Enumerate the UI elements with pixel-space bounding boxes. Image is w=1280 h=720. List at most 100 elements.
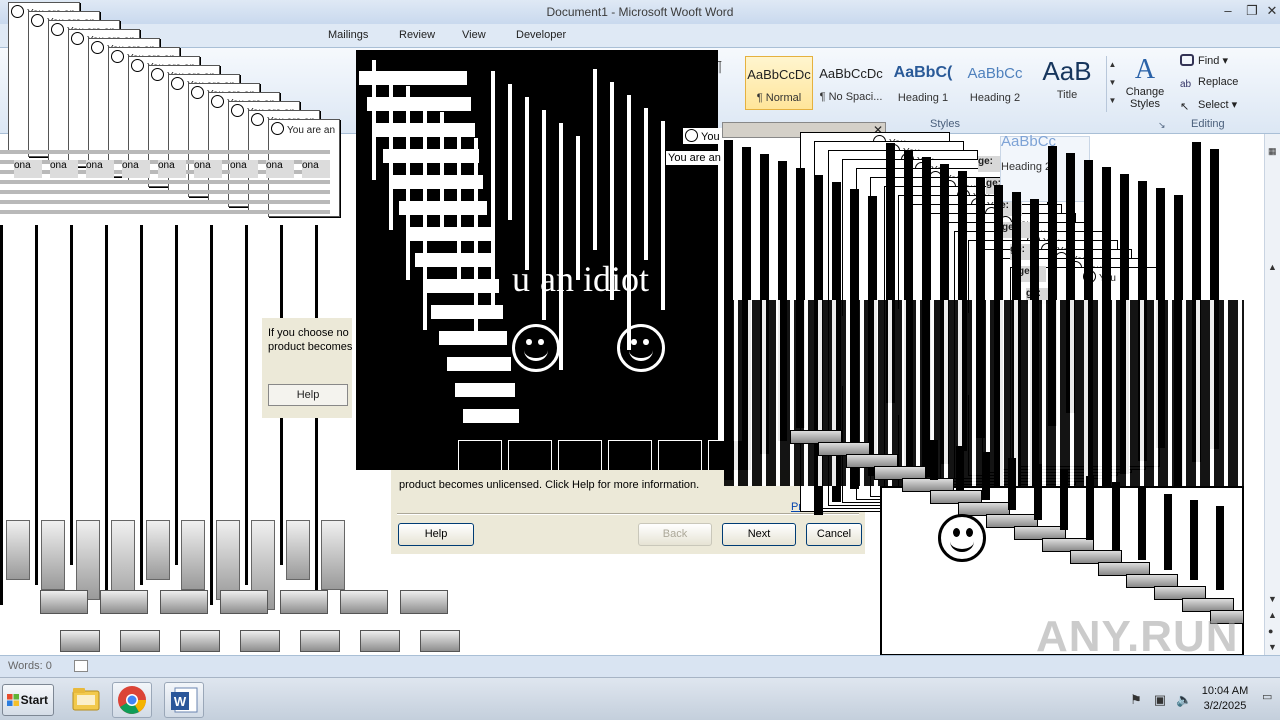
glitch-line: [1190, 500, 1198, 580]
glitch-bar: [438, 330, 508, 346]
word-count[interactable]: Words: 0: [8, 660, 52, 672]
browse-object-icon[interactable]: ●: [1268, 626, 1273, 636]
glitch-line: [423, 99, 427, 330]
tab-view[interactable]: View: [462, 29, 486, 41]
dialog-message: If you choose no product becomes: [268, 326, 352, 354]
glitch-block: [658, 440, 702, 474]
glitch-line: [70, 225, 73, 565]
smiley-face-icon: [191, 86, 204, 99]
tab-review[interactable]: Review: [399, 29, 435, 41]
glitch-bar: [382, 148, 480, 164]
glitch-label: ona: [14, 160, 42, 178]
smiley-face-icon: [71, 32, 84, 45]
file-explorer-icon[interactable]: [66, 682, 106, 718]
popup-title[interactable]: You: [683, 128, 722, 144]
glitch-line: [491, 71, 495, 310]
prev-page-icon[interactable]: ▲: [1268, 610, 1277, 620]
glitch-block: [40, 590, 88, 614]
close-icon[interactable]: ✕: [1262, 2, 1280, 20]
glitch-block: [340, 590, 388, 614]
dialog-divider: [397, 513, 859, 515]
help-button[interactable]: Help: [268, 384, 348, 406]
replace-button[interactable]: ab Replace: [1180, 76, 1238, 91]
glitch-line: [474, 138, 478, 340]
glitch-line: [389, 73, 393, 230]
glitch-line: [1008, 458, 1016, 510]
clock-time: 10:04 AM: [1201, 685, 1249, 697]
select-button[interactable]: ↖ Select ▾: [1180, 98, 1237, 113]
dialog-launcher-icon[interactable]: ↘: [1158, 120, 1166, 131]
glitch-block: [76, 520, 100, 600]
scroll-down-icon[interactable]: ▼: [1268, 594, 1277, 604]
glitch-block: [321, 520, 345, 590]
style-title[interactable]: AaB Title: [1033, 56, 1101, 110]
style-preview: AaBbCcDc: [747, 67, 811, 82]
idiot-prefix-fragment: u: [512, 259, 530, 299]
style-heading-1[interactable]: AaBbC( Heading 1: [889, 56, 957, 110]
glitch-line: [245, 225, 248, 585]
chrome-icon[interactable]: [112, 682, 152, 718]
glitch-line: [457, 125, 461, 290]
word-icon[interactable]: W: [164, 682, 204, 718]
style-normal[interactable]: AaBbCcDc ¶ Normal: [745, 56, 813, 110]
style-preview: AaBbCcDc: [819, 66, 883, 81]
network-icon[interactable]: ▣: [1152, 692, 1168, 708]
help-button[interactable]: Help: [398, 523, 474, 546]
flag-notification-icon[interactable]: ⚑: [1128, 692, 1144, 708]
next-button[interactable]: Next: [722, 523, 796, 546]
clock[interactable]: 10:04 AM 3/2/2025: [1196, 684, 1254, 714]
glitch-label: ona: [86, 160, 114, 178]
popup-title[interactable]: You are an: [666, 151, 723, 165]
popup-title-text: You are an: [287, 125, 336, 136]
replace-icon: ab: [1180, 79, 1192, 90]
style-heading-2[interactable]: AaBbCc Heading 2: [961, 56, 1029, 110]
scroll-up-icon[interactable]: ▲: [1268, 262, 1277, 272]
glitch-line: [982, 452, 990, 500]
smiley-face-icon: [211, 95, 224, 108]
find-label: Find: [1198, 55, 1220, 67]
style-preview: AaBbC(: [893, 64, 953, 81]
smiley-face-icon: [251, 113, 264, 126]
glitch-block: [608, 440, 652, 474]
glitch-band: [0, 210, 330, 214]
glitch-bar: [390, 174, 484, 190]
glitch-line: [1034, 464, 1042, 520]
glitch-line: [1216, 506, 1224, 590]
start-label: Start: [20, 693, 48, 707]
next-page-icon[interactable]: ▼: [1268, 642, 1277, 652]
glitch-line: [440, 112, 444, 240]
find-button[interactable]: Find ▾: [1180, 54, 1228, 67]
proofing-icon[interactable]: [74, 660, 88, 672]
style-name: ¶ No Spaci...: [819, 91, 883, 103]
style-name: ¶ Normal: [756, 92, 802, 104]
back-button[interactable]: Back: [638, 523, 712, 546]
glitch-bar: [366, 96, 472, 112]
glitch-band: [0, 190, 330, 194]
show-desktop-icon[interactable]: ▭: [1262, 690, 1276, 704]
cancel-button[interactable]: Cancel: [806, 523, 862, 546]
vertical-scrollbar[interactable]: ▦ ▲ ▼ ▲ ● ▼: [1264, 134, 1280, 674]
ruler-toggle-icon[interactable]: ▦: [1268, 146, 1277, 157]
glitch-block: [41, 520, 65, 590]
glitch-line: [35, 225, 38, 585]
smiley-face-icon: [11, 5, 24, 18]
style-no-spacing[interactable]: AaBbCcDc ¶ No Spaci...: [817, 56, 885, 110]
popup-title[interactable]: You are an: [271, 122, 337, 136]
change-styles-button[interactable]: A Change Styles: [1122, 54, 1168, 120]
smiley-face-icon: [271, 122, 284, 135]
tab-developer[interactable]: Developer: [516, 29, 566, 41]
smiley-face-icon: [938, 514, 986, 562]
popup-title-text: You: [701, 131, 720, 143]
glitch-block: [160, 590, 208, 614]
start-button[interactable]: Start: [2, 684, 54, 716]
cursor-icon: ↖: [1180, 101, 1190, 113]
volume-icon[interactable]: 🔈: [1176, 692, 1192, 708]
glitch-block: [400, 590, 448, 614]
glitch-bar: [422, 278, 500, 294]
glitch-label: ona: [302, 160, 330, 178]
glitch-label: ona: [122, 160, 150, 178]
tab-mailings[interactable]: Mailings: [328, 29, 368, 41]
minimize-icon[interactable]: –: [1218, 2, 1238, 20]
restore-icon[interactable]: ❐: [1242, 2, 1262, 20]
styles-gallery-scroll[interactable]: ▲ ▼ ▼: [1106, 56, 1118, 112]
